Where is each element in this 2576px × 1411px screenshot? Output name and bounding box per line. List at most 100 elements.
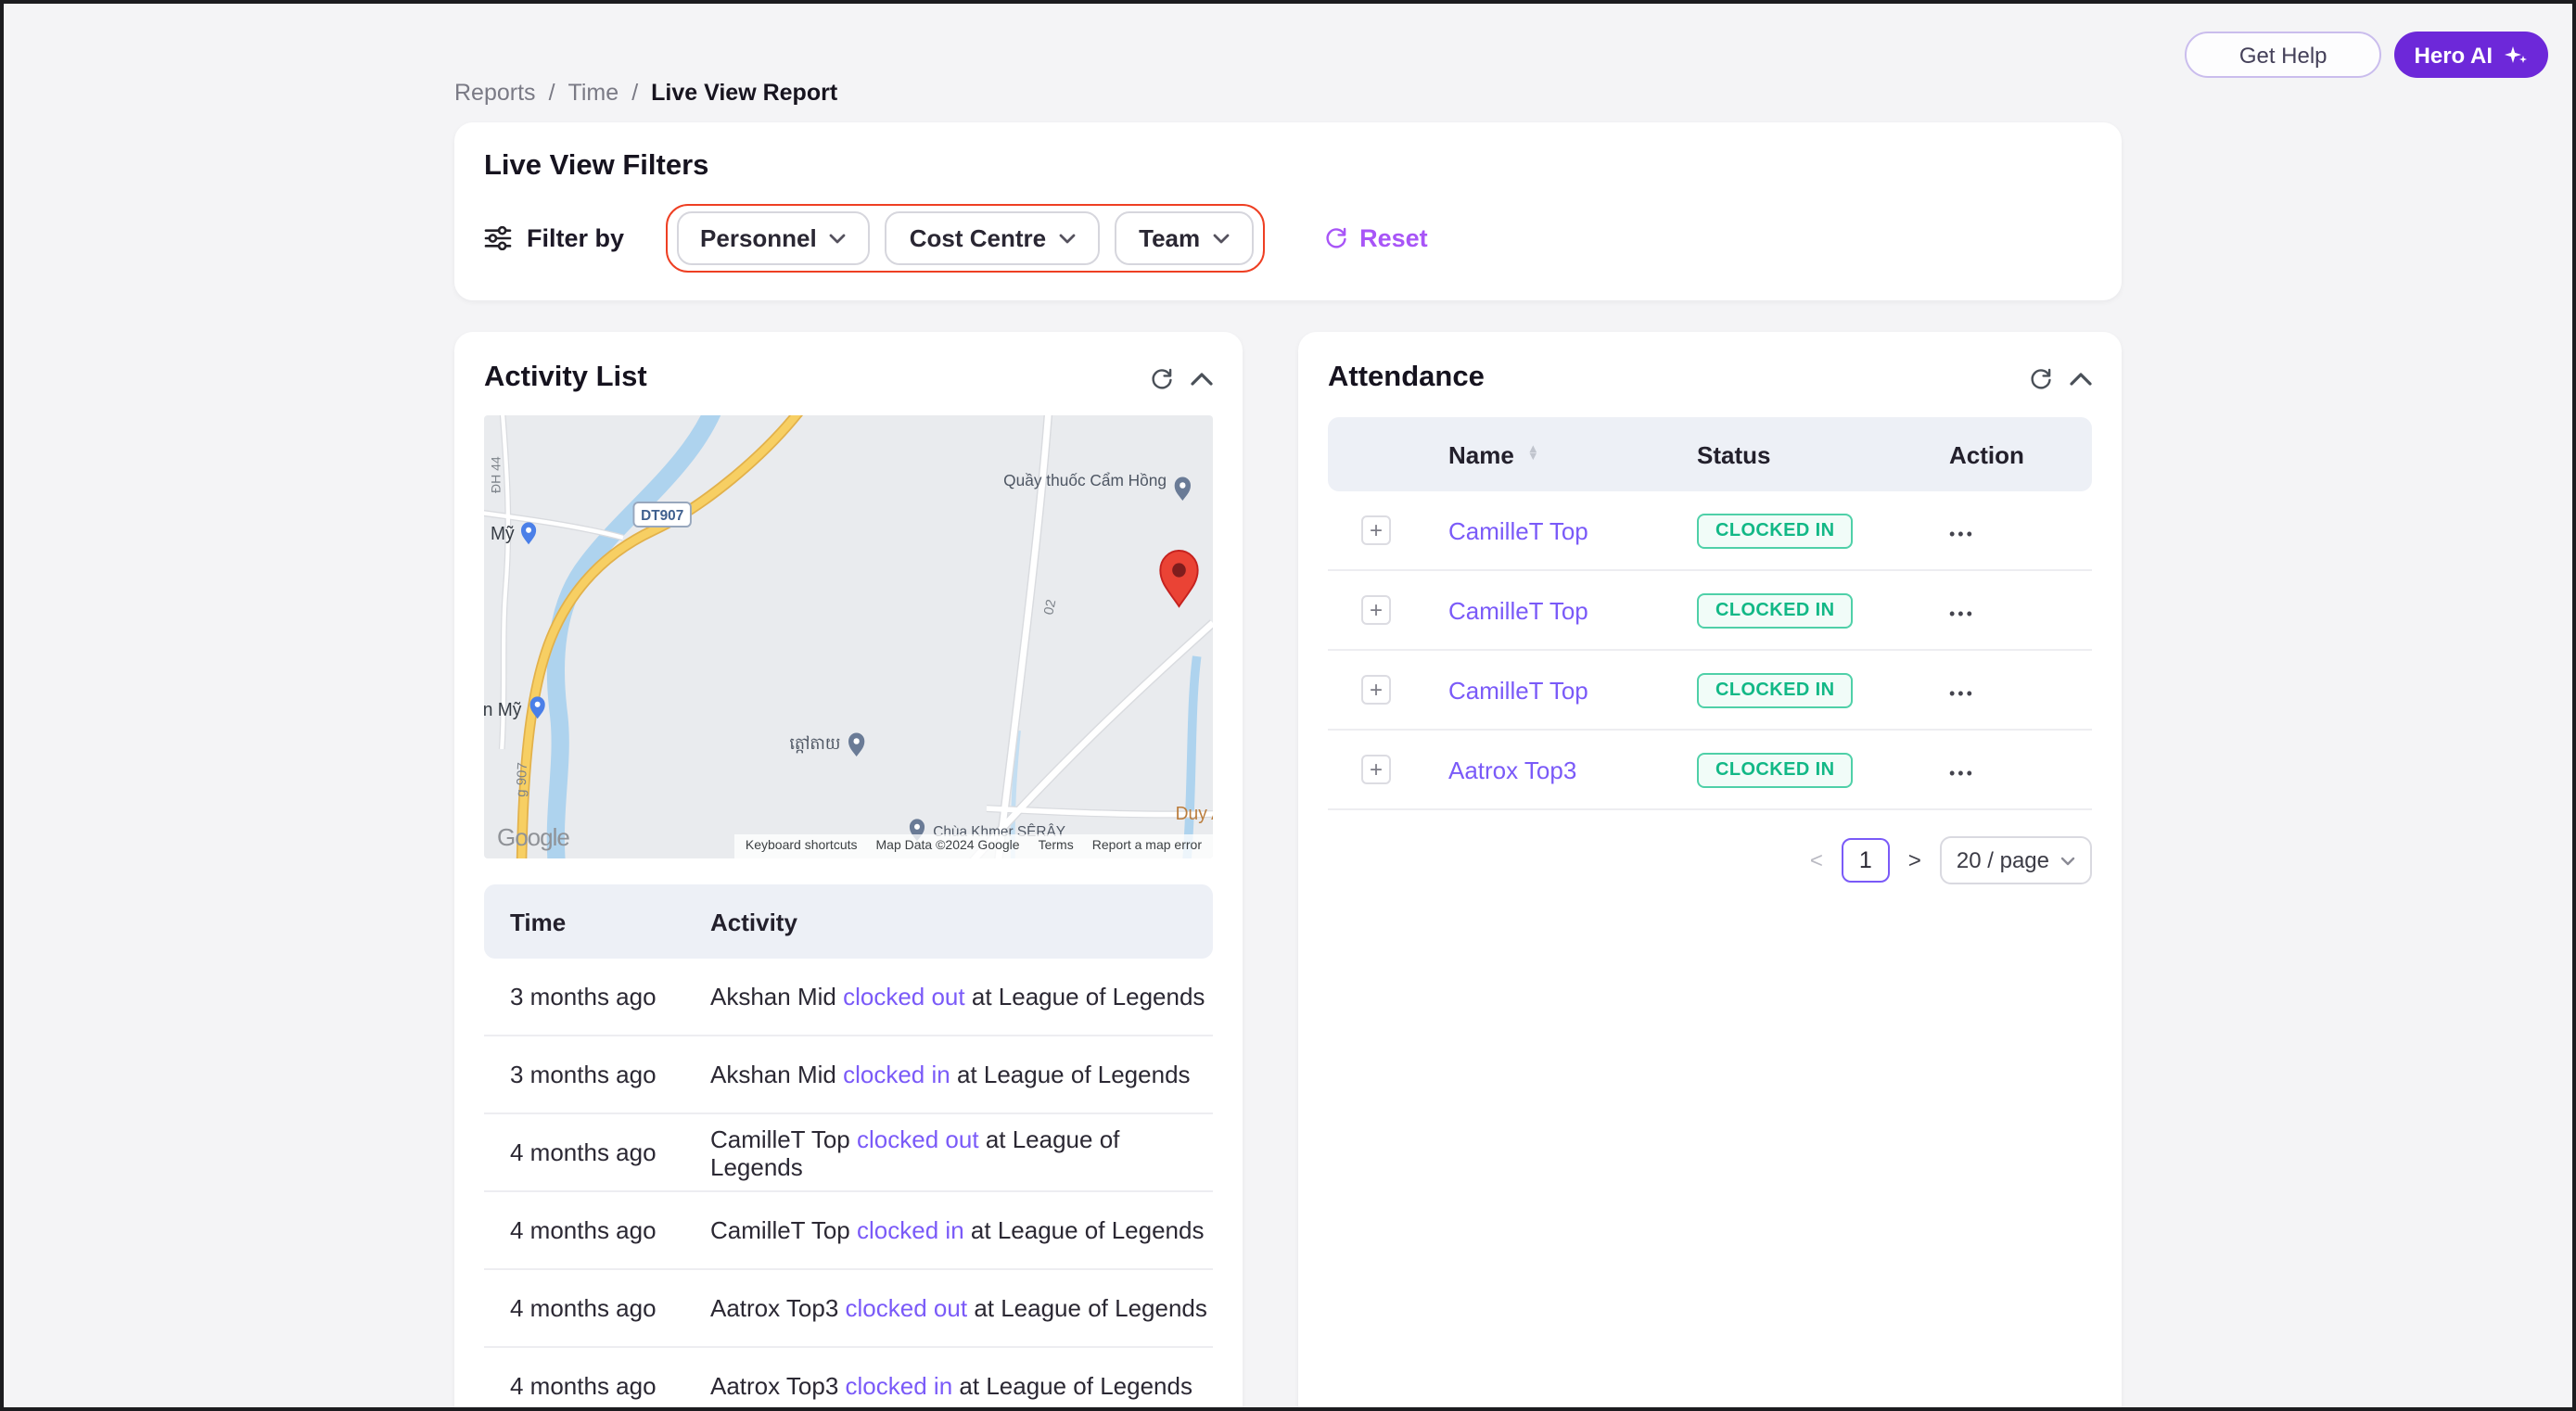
row-actions-menu[interactable]: •••	[1949, 524, 1975, 542]
personnel-label: Personnel	[700, 224, 817, 252]
chevron-down-icon	[1213, 233, 1230, 244]
activity-time: 4 months ago	[484, 1294, 710, 1322]
row-actions-menu[interactable]: •••	[1949, 763, 1975, 782]
map-art: DT907	[484, 415, 1213, 858]
activity-person: CamilleT Top	[710, 1216, 850, 1244]
activity-text: Aatrox Top3 clocked out at League of Leg…	[710, 1294, 1213, 1322]
breadcrumb-reports[interactable]: Reports	[454, 80, 536, 106]
collapse-icon[interactable]	[1191, 372, 1213, 385]
name-header-label: Name	[1448, 440, 1514, 468]
col-header-action: Action	[1949, 440, 2092, 468]
status-badge: CLOCKED IN	[1697, 672, 1853, 707]
svg-text:DT907: DT907	[641, 508, 683, 524]
plus-icon: +	[1370, 519, 1383, 541]
status-badge: CLOCKED IN	[1697, 752, 1853, 787]
activity-person: Akshan Mid	[710, 983, 836, 1011]
col-header-status: Status	[1697, 440, 1949, 468]
topbar: Get Help Hero AI	[2186, 32, 2548, 78]
reset-icon	[1324, 226, 1348, 250]
attendance-name[interactable]: Aatrox Top3	[1448, 756, 1576, 783]
breadcrumb-separator: /	[549, 80, 555, 106]
filter-by: Filter by	[484, 224, 624, 252]
cards-row: Activity List	[454, 332, 2122, 1411]
expand-row-button[interactable]: +	[1361, 595, 1391, 625]
activity-time: 3 months ago	[484, 1061, 710, 1088]
attendance-name[interactable]: CamilleT Top	[1448, 516, 1588, 544]
prev-page-button[interactable]: <	[1810, 847, 1823, 873]
red-marker-icon[interactable]	[1160, 551, 1197, 606]
page-size-select[interactable]: 20 / page	[1940, 836, 2092, 884]
activity-event: clocked in	[857, 1216, 964, 1244]
filters-title: Live View Filters	[484, 150, 2092, 184]
activity-time: 3 months ago	[484, 983, 710, 1011]
attendance-title: Attendance	[1328, 362, 1485, 395]
cost-centre-dropdown[interactable]: Cost Centre	[886, 211, 1100, 265]
activity-event: clocked out	[846, 1294, 968, 1322]
current-page[interactable]: 1	[1842, 838, 1890, 883]
collapse-icon[interactable]	[2070, 372, 2092, 385]
reset-label: Reset	[1359, 224, 1428, 252]
status-badge: CLOCKED IN	[1697, 592, 1853, 628]
activity-table-header: Time Activity	[484, 884, 1213, 959]
attendance-card: Attendance Name ▲ ▼	[1298, 332, 2122, 1411]
attendance-name[interactable]: CamilleT Top	[1448, 596, 1588, 624]
svg-text:n Mỹ: n Mỹ	[484, 700, 522, 720]
attendance-row: + Aatrox Top3 CLOCKED IN •••	[1328, 731, 2092, 810]
refresh-icon[interactable]	[2029, 366, 2053, 390]
row-actions-menu[interactable]: •••	[1949, 683, 1975, 702]
col-header-name[interactable]: Name ▲ ▼	[1448, 440, 1697, 468]
svg-text:g 907: g 907	[514, 762, 530, 797]
reset-button[interactable]: Reset	[1313, 222, 1439, 254]
activity-row: 3 months ago Akshan Mid clocked out at L…	[484, 959, 1213, 1036]
caret-down-icon: ▼	[1527, 454, 1539, 463]
personnel-dropdown[interactable]: Personnel	[676, 211, 871, 265]
attendance-row: + CamilleT Top CLOCKED IN •••	[1328, 491, 2092, 571]
activity-list-card: Activity List	[454, 332, 1243, 1411]
expand-row-button[interactable]: +	[1361, 675, 1391, 705]
activity-time: 4 months ago	[484, 1138, 710, 1166]
activity-text: Aatrox Top3 clocked in at League of Lege…	[710, 1372, 1213, 1400]
activity-time: 4 months ago	[484, 1372, 710, 1400]
attendance-head-icons	[2029, 366, 2092, 390]
sort-icon[interactable]: ▲ ▼	[1527, 446, 1539, 463]
activity-person: Akshan Mid	[710, 1061, 836, 1088]
pagination: < 1 > 20 / page	[1328, 836, 2092, 884]
map[interactable]: DT907	[484, 415, 1213, 858]
activity-person: Aatrox Top3	[710, 1294, 838, 1322]
filter-row: Filter by Personnel Cost Centre Team	[484, 204, 2092, 273]
report-map-error-link[interactable]: Report a map error	[1092, 838, 1202, 855]
attendance-table: Name ▲ ▼ Status Action + CamilleT Top CL…	[1328, 417, 2092, 810]
app-root: Get Help Hero AI Reports / Time / Live V…	[0, 0, 2576, 1411]
next-page-button[interactable]: >	[1908, 847, 1921, 873]
expand-row-button[interactable]: +	[1361, 515, 1391, 545]
route-shield: DT907	[633, 502, 690, 527]
terms-link[interactable]: Terms	[1039, 838, 1074, 855]
activity-card-head: Activity List	[484, 362, 1213, 395]
breadcrumb-time[interactable]: Time	[568, 80, 619, 106]
svg-text:Mỹ: Mỹ	[491, 524, 515, 544]
activity-location: at League of Legends	[972, 983, 1205, 1011]
my-pin-icon	[521, 522, 536, 544]
plus-icon: +	[1370, 599, 1383, 621]
expand-row-button[interactable]: +	[1361, 755, 1391, 784]
keyboard-shortcuts-link[interactable]: Keyboard shortcuts	[746, 838, 858, 855]
activity-text: Akshan Mid clocked out at League of Lege…	[710, 983, 1213, 1011]
col-header-activity: Activity	[710, 908, 1213, 935]
map-attribution: Keyboard shortcuts Map Data ©2024 Google…	[734, 834, 1213, 858]
svg-text:ĐH 44: ĐH 44	[490, 456, 504, 493]
filter-by-label: Filter by	[527, 224, 624, 252]
chevron-down-icon	[1059, 233, 1076, 244]
activity-row: 4 months ago Aatrox Top3 clocked in at L…	[484, 1348, 1213, 1411]
activity-table: Time Activity 3 months ago Akshan Mid cl…	[484, 884, 1213, 1411]
attendance-name[interactable]: CamilleT Top	[1448, 676, 1588, 704]
team-dropdown[interactable]: Team	[1115, 211, 1254, 265]
activity-person: CamilleT Top	[710, 1125, 850, 1152]
get-help-button[interactable]: Get Help	[2186, 32, 2381, 78]
refresh-icon[interactable]	[1150, 366, 1174, 390]
status-badge: CLOCKED IN	[1697, 513, 1853, 548]
row-actions-menu[interactable]: •••	[1949, 604, 1975, 622]
breadcrumb-separator: /	[631, 80, 638, 106]
hero-ai-button[interactable]: Hero AI	[2394, 32, 2548, 78]
breadcrumb: Reports / Time / Live View Report	[454, 80, 2122, 106]
attendance-row: + CamilleT Top CLOCKED IN •••	[1328, 651, 2092, 731]
